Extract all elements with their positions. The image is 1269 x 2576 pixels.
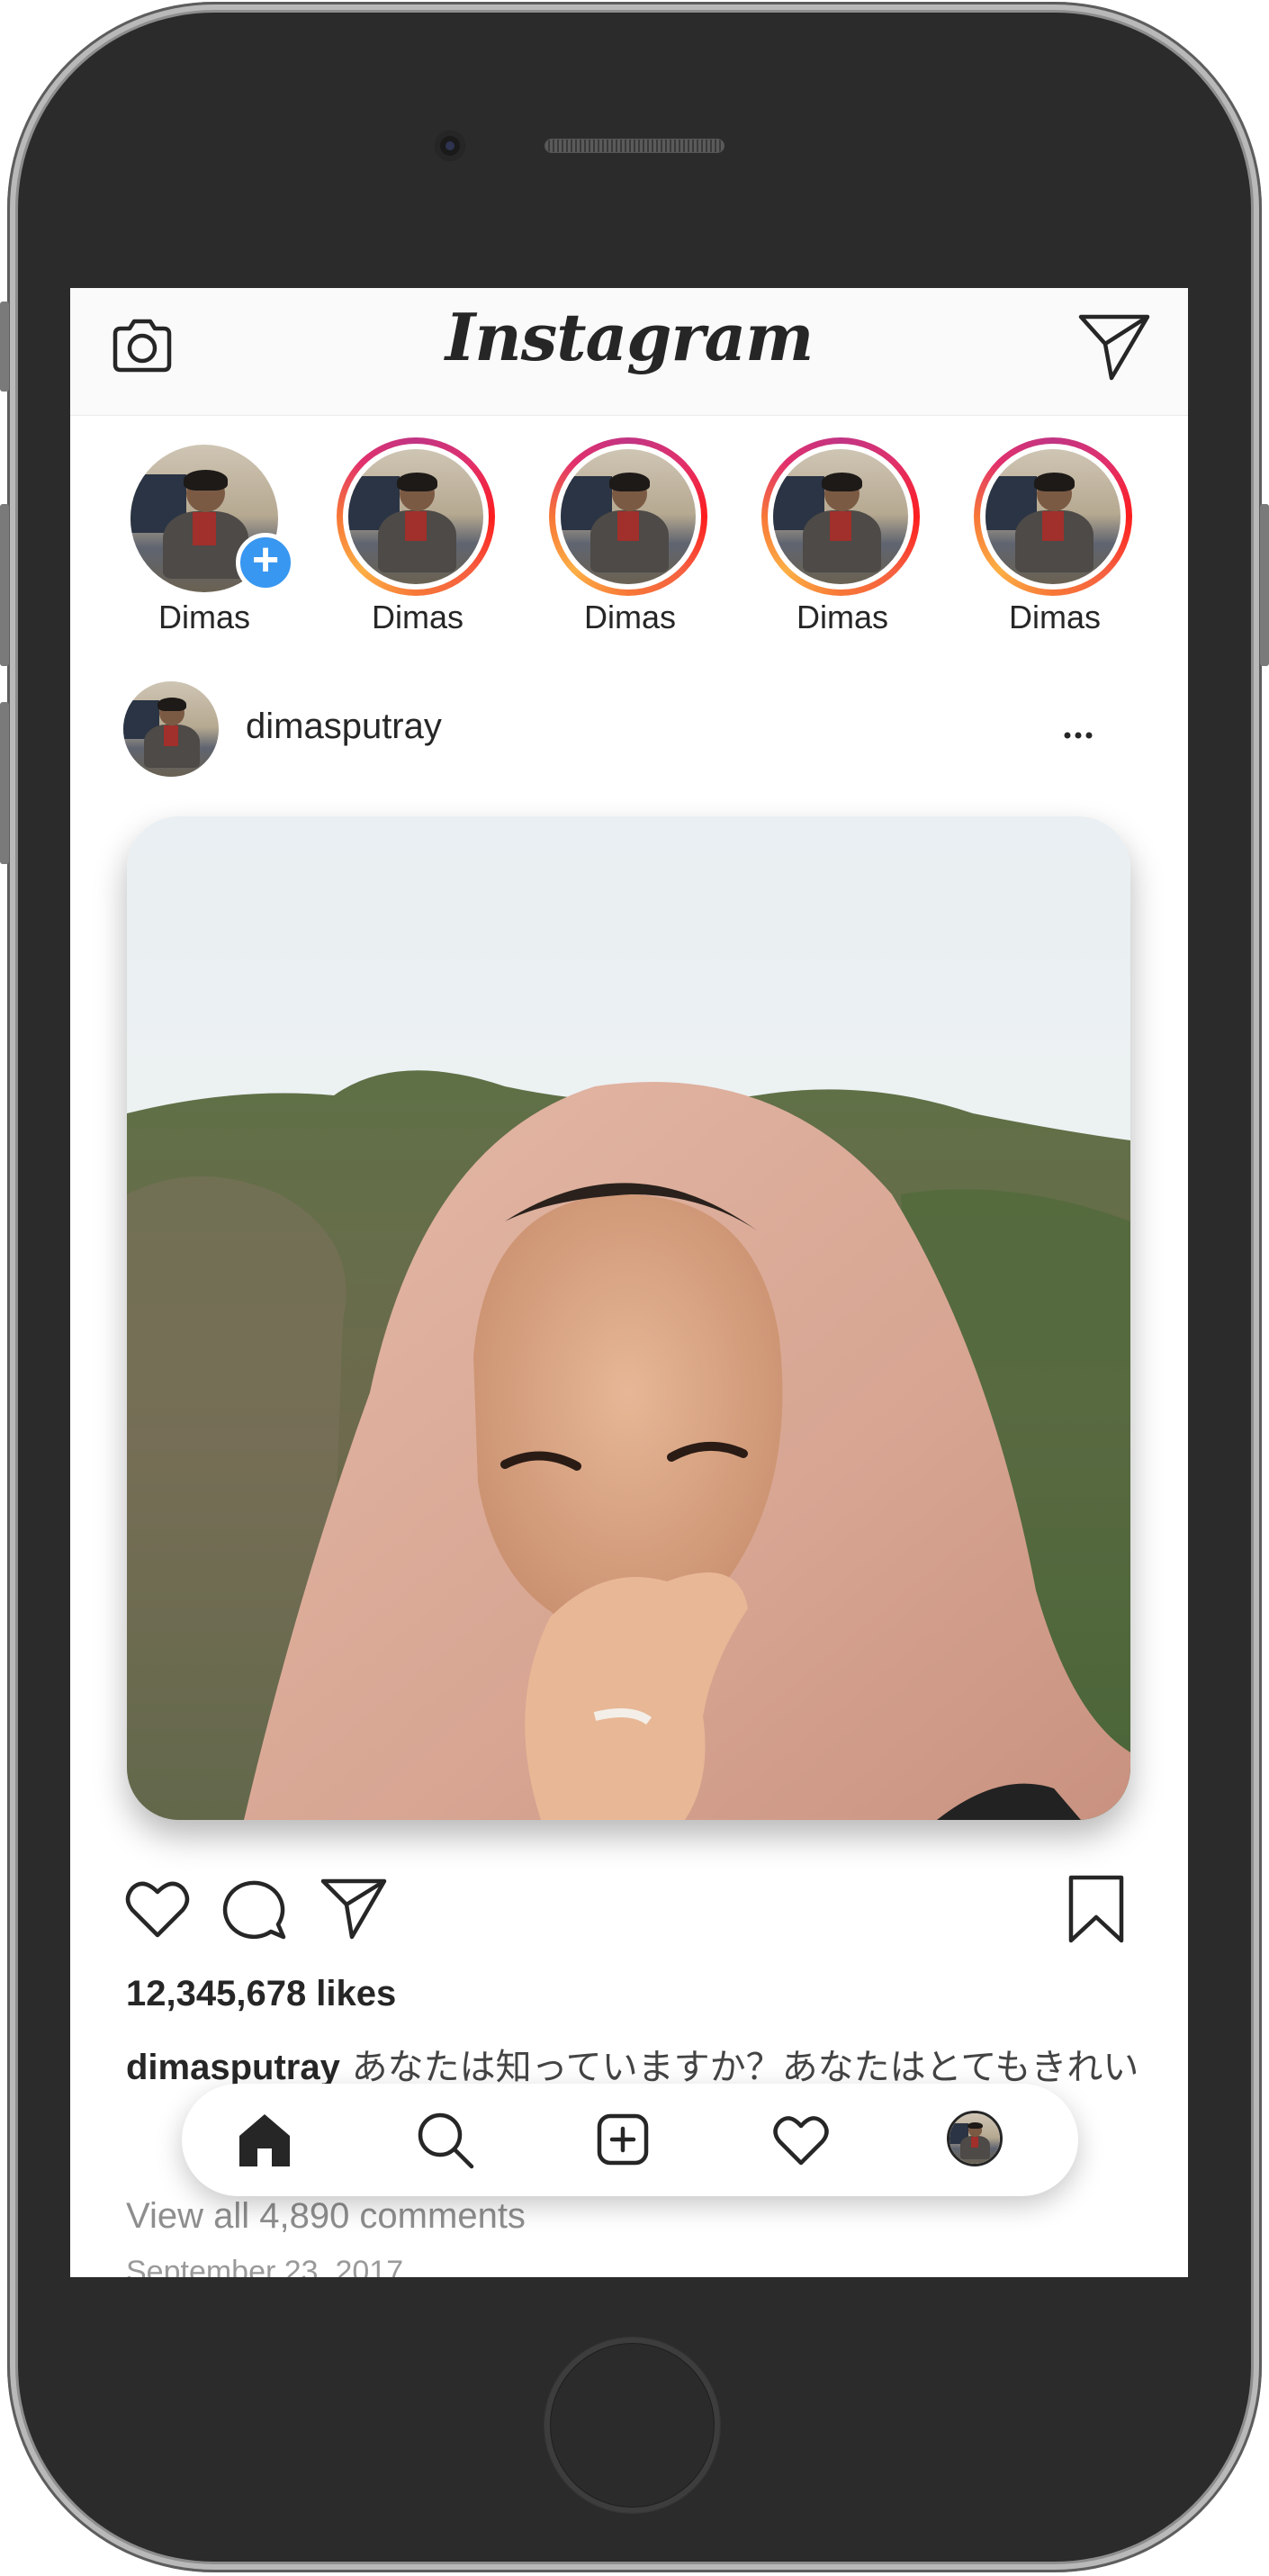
- stories-row: + Dimas Dimas Dimas Dimas Dimas: [70, 432, 1188, 648]
- story-avatar: [986, 449, 1120, 584]
- instagram-logo: Instagram: [445, 299, 814, 375]
- post-author-avatar[interactable]: [123, 681, 219, 777]
- caption-username[interactable]: dimasputray: [126, 2048, 340, 2087]
- mute-switch: [0, 302, 9, 392]
- story-avatar: [773, 449, 908, 584]
- share-paper-plane-icon[interactable]: [318, 1872, 390, 1944]
- volume-up-button: [0, 504, 9, 666]
- story-username: Dimas: [796, 599, 888, 635]
- story-ring: [337, 437, 495, 596]
- post-username[interactable]: dimasputray: [246, 707, 442, 747]
- add-square-icon[interactable]: [587, 2103, 659, 2175]
- add-story-icon[interactable]: +: [236, 533, 295, 592]
- heart-icon[interactable]: [765, 2103, 837, 2175]
- story-ring: [761, 437, 920, 596]
- paper-plane-icon[interactable]: [1076, 308, 1153, 385]
- like-heart-icon[interactable]: [122, 1872, 194, 1944]
- story-avatar: [561, 449, 696, 584]
- more-options-icon[interactable]: [1051, 708, 1105, 753]
- likes-count[interactable]: 12,345,678 likes: [126, 1974, 396, 2014]
- power-button: [1260, 504, 1269, 666]
- view-all-comments-link[interactable]: View all 4,890 comments: [126, 2196, 526, 2237]
- post-photo[interactable]: [127, 816, 1130, 1820]
- comment-icon[interactable]: [219, 1872, 291, 1944]
- caption-text: あなたは知っていますか？あなたはとてもきれい: [351, 2047, 1139, 2088]
- story-item[interactable]: Dimas: [540, 432, 707, 648]
- profile-avatar[interactable]: [947, 2111, 1003, 2166]
- story-item[interactable]: Dimas: [965, 432, 1132, 648]
- bottom-nav-bar: [182, 2084, 1078, 2196]
- search-icon[interactable]: [409, 2103, 481, 2175]
- app-screen: Instagram + Dimas Dimas Dimas Dimas Dima…: [70, 288, 1188, 2277]
- post-date: September 23, 2017: [126, 2255, 404, 2277]
- home-icon[interactable]: [229, 2103, 301, 2175]
- earpiece-speaker: [544, 139, 724, 153]
- bookmark-icon[interactable]: [1060, 1872, 1132, 1944]
- volume-down-button: [0, 702, 9, 864]
- post-header: dimasputray: [70, 681, 1188, 780]
- story-ring: [549, 437, 707, 596]
- story-username: Dimas: [1008, 599, 1101, 635]
- story-username: Dimas: [158, 599, 250, 635]
- story-item[interactable]: Dimas: [752, 432, 920, 648]
- story-username: Dimas: [371, 599, 464, 635]
- story-username: Dimas: [583, 599, 676, 635]
- story-avatar: [348, 449, 483, 584]
- story-own[interactable]: + Dimas: [114, 432, 295, 648]
- story-item[interactable]: Dimas: [328, 432, 495, 648]
- story-ring: [974, 437, 1132, 596]
- home-hardware-button[interactable]: [544, 2337, 720, 2513]
- top-bar: Instagram: [70, 288, 1188, 416]
- front-camera: [435, 131, 465, 161]
- post-actions: [70, 1872, 1188, 1953]
